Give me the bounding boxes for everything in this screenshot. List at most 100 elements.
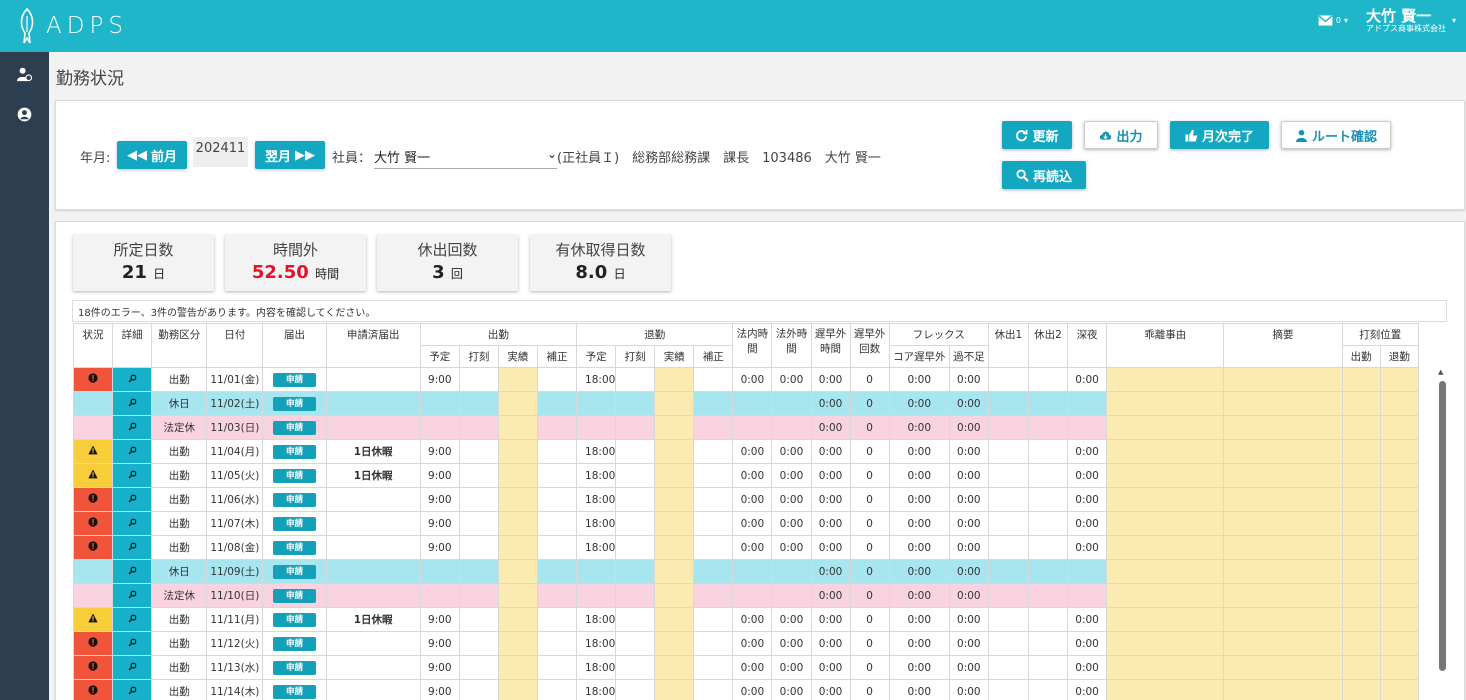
- request-badge[interactable]: 申請: [272, 420, 316, 435]
- deviation-cell[interactable]: [1106, 511, 1225, 536]
- request-badge[interactable]: 申請: [272, 492, 316, 507]
- leave-actual-cell[interactable]: [654, 607, 695, 632]
- summary-cell[interactable]: [1223, 631, 1343, 656]
- summary-cell[interactable]: [1223, 679, 1343, 700]
- logo[interactable]: ADPS: [16, 8, 128, 44]
- request-badge[interactable]: 申請: [272, 372, 316, 387]
- leave-actual-cell[interactable]: [654, 487, 695, 512]
- detail-button[interactable]: [112, 631, 153, 656]
- request-badge[interactable]: 申請: [272, 444, 316, 459]
- detail-button[interactable]: [112, 607, 153, 632]
- detail-button[interactable]: [112, 487, 153, 512]
- request-badge[interactable]: 申請: [272, 396, 316, 411]
- attend-actual-cell[interactable]: [497, 511, 538, 536]
- summary-cell[interactable]: [1223, 487, 1343, 512]
- leave-actual-cell[interactable]: [654, 655, 695, 680]
- leave-actual-cell[interactable]: [654, 367, 695, 392]
- summary-cell[interactable]: [1223, 463, 1343, 488]
- refresh-button[interactable]: 更新: [1002, 121, 1072, 149]
- user-caret-icon[interactable]: ▾: [1452, 16, 1456, 25]
- deviation-cell[interactable]: [1106, 391, 1225, 416]
- request-badge[interactable]: 申請: [272, 564, 316, 579]
- leave-actual-cell[interactable]: [654, 439, 695, 464]
- scroll-up-icon[interactable]: ▲: [1438, 368, 1443, 376]
- summary-cell[interactable]: [1223, 367, 1343, 392]
- leave-actual-cell[interactable]: [654, 511, 695, 536]
- request-badge[interactable]: 申請: [272, 684, 316, 699]
- detail-button[interactable]: [112, 367, 153, 392]
- summary-cell[interactable]: [1223, 511, 1343, 536]
- summary-cell[interactable]: [1223, 415, 1343, 440]
- sidebar-item-attendance[interactable]: [0, 54, 49, 94]
- route-check-button[interactable]: ルート確認: [1281, 121, 1391, 149]
- leave-actual-cell[interactable]: [654, 535, 695, 560]
- request-badge[interactable]: 申請: [272, 588, 316, 603]
- summary-cell[interactable]: [1223, 391, 1343, 416]
- request-badge[interactable]: 申請: [272, 612, 316, 627]
- attend-actual-cell[interactable]: [497, 367, 538, 392]
- scroll-thumb[interactable]: [1439, 381, 1446, 671]
- sidebar-item-profile[interactable]: [0, 94, 49, 134]
- deviation-cell[interactable]: [1106, 415, 1225, 440]
- attend-actual-cell[interactable]: [497, 415, 538, 440]
- deviation-cell[interactable]: [1106, 559, 1225, 584]
- attend-actual-cell[interactable]: [497, 391, 538, 416]
- attend-actual-cell[interactable]: [497, 583, 538, 608]
- deviation-cell[interactable]: [1106, 631, 1225, 656]
- deviation-cell[interactable]: [1106, 655, 1225, 680]
- detail-button[interactable]: [112, 511, 153, 536]
- detail-button[interactable]: [112, 391, 153, 416]
- leave-actual-cell[interactable]: [654, 583, 695, 608]
- summary-cell[interactable]: [1223, 535, 1343, 560]
- table-scrollbar[interactable]: ▲: [1437, 366, 1447, 700]
- leave-actual-cell[interactable]: [654, 559, 695, 584]
- summary-cell[interactable]: [1223, 607, 1343, 632]
- deviation-cell[interactable]: [1106, 367, 1225, 392]
- request-badge[interactable]: 申請: [272, 516, 316, 531]
- attend-actual-cell[interactable]: [497, 607, 538, 632]
- detail-button[interactable]: [112, 679, 153, 700]
- employee-select[interactable]: 大竹 賢一 ⌄: [374, 141, 557, 169]
- detail-button[interactable]: [112, 439, 153, 464]
- leave-actual-cell[interactable]: [654, 631, 695, 656]
- attend-actual-cell[interactable]: [497, 655, 538, 680]
- attend-actual-cell[interactable]: [497, 439, 538, 464]
- deviation-cell[interactable]: [1106, 607, 1225, 632]
- deviation-cell[interactable]: [1106, 535, 1225, 560]
- attend-actual-cell[interactable]: [497, 559, 538, 584]
- request-badge[interactable]: 申請: [272, 540, 316, 555]
- detail-button[interactable]: [112, 535, 153, 560]
- deviation-cell[interactable]: [1106, 463, 1225, 488]
- month-complete-button[interactable]: 月次完了: [1170, 121, 1269, 149]
- leave-actual-cell[interactable]: [654, 463, 695, 488]
- prev-month-button[interactable]: ◀◀ 前月: [117, 141, 187, 169]
- detail-button[interactable]: [112, 463, 153, 488]
- leave-actual-cell[interactable]: [654, 415, 695, 440]
- attend-actual-cell[interactable]: [497, 487, 538, 512]
- attend-actual-cell[interactable]: [497, 463, 538, 488]
- detail-button[interactable]: [112, 583, 153, 608]
- output-button[interactable]: 出力: [1084, 121, 1158, 149]
- summary-cell[interactable]: [1223, 559, 1343, 584]
- mail-button[interactable]: 0 ▾: [1318, 15, 1348, 26]
- leave-actual-cell[interactable]: [654, 391, 695, 416]
- reload-button[interactable]: 再読込: [1002, 161, 1086, 189]
- request-badge[interactable]: 申請: [272, 636, 316, 651]
- next-month-button[interactable]: 翌月 ▶▶: [255, 141, 325, 169]
- request-badge[interactable]: 申請: [272, 660, 316, 675]
- detail-button[interactable]: [112, 415, 153, 440]
- leave-actual-cell[interactable]: [654, 679, 695, 700]
- detail-button[interactable]: [112, 655, 153, 680]
- summary-cell[interactable]: [1223, 655, 1343, 680]
- detail-button[interactable]: [112, 559, 153, 584]
- summary-cell[interactable]: [1223, 439, 1343, 464]
- user-menu[interactable]: 大竹 賢一 アドプス商事株式会社: [1366, 8, 1446, 33]
- request-badge[interactable]: 申請: [272, 468, 316, 483]
- deviation-cell[interactable]: [1106, 583, 1225, 608]
- attend-actual-cell[interactable]: [497, 535, 538, 560]
- deviation-cell[interactable]: [1106, 679, 1225, 700]
- attend-actual-cell[interactable]: [497, 679, 538, 700]
- deviation-cell[interactable]: [1106, 439, 1225, 464]
- deviation-cell[interactable]: [1106, 487, 1225, 512]
- attend-actual-cell[interactable]: [497, 631, 538, 656]
